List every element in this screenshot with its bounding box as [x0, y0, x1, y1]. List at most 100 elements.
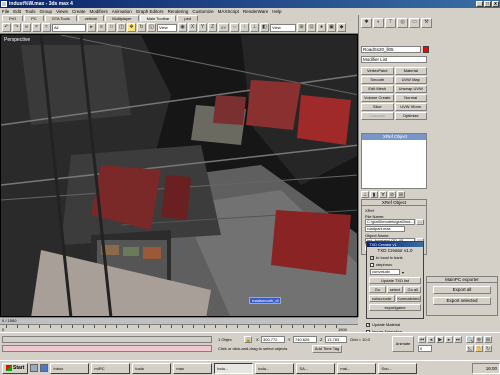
link-icon[interactable]: ∞ — [22, 23, 31, 32]
xref-file-short-field[interactable]: roadpart.max — [365, 226, 405, 232]
start-button[interactable]: Start — [2, 362, 29, 374]
display-tab-icon[interactable]: ▭ — [409, 18, 420, 28]
undo-icon[interactable]: ↶ — [2, 23, 11, 32]
make-unique-icon[interactable]: ∀ — [379, 191, 387, 198]
modifier-stack[interactable]: XRef Object — [361, 133, 427, 189]
exportgame-button[interactable]: exportgame — [369, 304, 421, 311]
colourcode-button[interactable]: colourcode — [369, 295, 395, 302]
tab-pc[interactable]: PC — [24, 15, 44, 21]
pan-icon[interactable]: ✋ — [475, 345, 483, 352]
rotate-icon[interactable]: ↻ — [137, 23, 146, 32]
modifier-button[interactable]: UVW Xform — [394, 103, 427, 111]
go-all-button[interactable]: Go all — [404, 286, 422, 293]
axis-xy-button[interactable]: XY — [218, 23, 229, 32]
add-time-tag-button[interactable]: Add Time Tag — [312, 345, 342, 353]
pin-stack-icon[interactable]: ⊥ — [361, 191, 369, 198]
exporter-title[interactable]: MainPC exporter — [427, 277, 497, 283]
stack-item-xref-object[interactable]: XRef Object — [362, 134, 426, 140]
browse-file-button[interactable]: … — [416, 219, 424, 225]
taskbar-item[interactable]: SA... — [296, 362, 336, 374]
menu-graph-editors[interactable]: Graph Editors — [136, 8, 164, 15]
menu-group[interactable]: Group — [40, 8, 53, 15]
xref-file-name-field[interactable]: C:\gtaIII\models\gta3\ind... — [365, 219, 415, 225]
menu-maxscript[interactable]: MAXScript — [218, 8, 239, 15]
animate-button[interactable]: Animate — [392, 336, 414, 352]
show-end-result-icon[interactable]: ▮ — [370, 191, 378, 198]
crossing-icon[interactable]: ◫ — [117, 23, 126, 32]
taskbar-item[interactable]: tools — [132, 362, 172, 374]
modifier-button[interactable]: UVW Map — [394, 76, 427, 84]
named-selection-icon[interactable]: ◧ — [260, 23, 269, 32]
menu-views[interactable]: Views — [56, 8, 68, 15]
go-to-end-icon[interactable]: ⏭ — [454, 336, 462, 343]
time-slider[interactable]: 0 / 1500 — [0, 317, 358, 324]
named-selection-dropdown[interactable]: View — [270, 23, 296, 32]
unmatched-button[interactable]: Xunmatched — [395, 295, 421, 302]
next-frame-icon[interactable]: ▸ — [445, 336, 453, 343]
motion-tab-icon[interactable]: ◎ — [397, 18, 408, 28]
txd-dialog-title[interactable]: TXD Creator v1 — [367, 242, 423, 247]
previous-frame-icon[interactable]: ◂ — [427, 336, 435, 343]
menu-create[interactable]: Create — [72, 8, 86, 15]
quick-render-icon[interactable]: ◆ — [337, 23, 346, 32]
menu-file[interactable]: File — [2, 8, 9, 15]
rect-region-icon[interactable]: □ — [107, 23, 116, 32]
update-material-row[interactable]: ✓ Update Material — [366, 322, 426, 327]
axis-x-icon[interactable]: X — [188, 23, 197, 32]
select-object-icon[interactable]: ▸ — [87, 23, 96, 32]
maximize-button[interactable]: □ — [484, 1, 491, 7]
taskbar-item-active[interactable]: indu... — [214, 362, 254, 374]
align-icon[interactable]: ⊥ — [250, 23, 259, 32]
tab-vehicle[interactable]: vehicle — [77, 15, 105, 21]
select-by-name-icon[interactable]: ≡ — [97, 23, 106, 32]
stephnov-row[interactable]: stephnov — [367, 262, 423, 267]
xref-rollout-title[interactable]: XRef Object — [362, 200, 426, 206]
scale-icon[interactable]: ◱ — [147, 23, 156, 32]
x-coordinate-field[interactable]: 300.772 — [261, 336, 285, 343]
mirror-icon[interactable]: ⇔ — [230, 23, 239, 32]
menu-help[interactable]: Help — [272, 8, 281, 15]
remove-modifier-icon[interactable]: ⊘ — [388, 191, 396, 198]
modifier-button[interactable]: Edit Mesh — [361, 85, 394, 93]
system-tray-clock[interactable]: 16:00 — [472, 362, 500, 374]
viewport-label[interactable]: Perspective — [4, 37, 30, 43]
track-view-icon[interactable]: ⊞ — [297, 23, 306, 32]
modifier-button[interactable]: Cascade — [361, 112, 394, 120]
arc-rotate-icon[interactable]: ↻ — [484, 345, 492, 352]
z-coordinate-field[interactable]: 13.783 — [325, 336, 347, 343]
zoom-all-icon[interactable]: ⊕ — [475, 336, 483, 343]
selection-filter-dropdown[interactable]: All — [52, 23, 86, 32]
tab-main-toolbar[interactable]: Main Toolbar — [139, 15, 177, 21]
taskbar-item[interactable]: mai... — [337, 362, 377, 374]
update-txd-list-button[interactable]: Update TXD list — [369, 277, 421, 284]
quicklaunch-browser-icon[interactable] — [40, 364, 49, 372]
bind-space-warp-icon[interactable]: ≈ — [42, 23, 51, 32]
select-button[interactable]: select — [386, 286, 404, 293]
modifier-button[interactable]: Normal — [394, 94, 427, 102]
utilities-tab-icon[interactable]: ⚒ — [421, 18, 432, 28]
local-bank-checkbox[interactable]: ✓ — [370, 255, 374, 260]
go-to-start-icon[interactable]: ⏮ — [418, 336, 426, 343]
menu-renderware[interactable]: RenderWare — [243, 8, 268, 15]
render-scene-icon[interactable]: ▣ — [327, 23, 336, 32]
close-button[interactable]: x — [492, 1, 499, 7]
axis-z-icon[interactable]: Z — [208, 23, 217, 32]
zoom-icon[interactable]: 🔍 — [466, 336, 474, 343]
menu-animation[interactable]: Animation — [112, 8, 132, 15]
array-icon[interactable]: ⁝ — [240, 23, 249, 32]
unlink-icon[interactable]: ≠ — [32, 23, 41, 32]
tab-gta-tools[interactable]: GTA Tools — [44, 15, 77, 21]
tab-pro[interactable]: PrO — [2, 15, 24, 21]
configure-sets-icon[interactable]: ⊞ — [397, 191, 405, 198]
export-selected-button[interactable]: Export selected — [433, 297, 491, 305]
object-name-field[interactable]: RoadSs20_ll05 — [361, 46, 421, 53]
modifier-button[interactable]: Volume Create — [361, 94, 394, 102]
field-of-view-icon[interactable]: ◺ — [466, 345, 474, 352]
maxscript-listener-mini[interactable] — [2, 336, 212, 343]
local-bank-row[interactable]: ✓ to local tx bank — [367, 255, 423, 260]
modifier-button[interactable]: Slice — [361, 103, 394, 111]
taskbar-item[interactable]: mIRC — [91, 362, 131, 374]
y-coordinate-field[interactable]: 740.626 — [293, 336, 317, 343]
move-icon[interactable]: ✥ — [127, 23, 136, 32]
taskbar-item[interactable]: max — [173, 362, 213, 374]
